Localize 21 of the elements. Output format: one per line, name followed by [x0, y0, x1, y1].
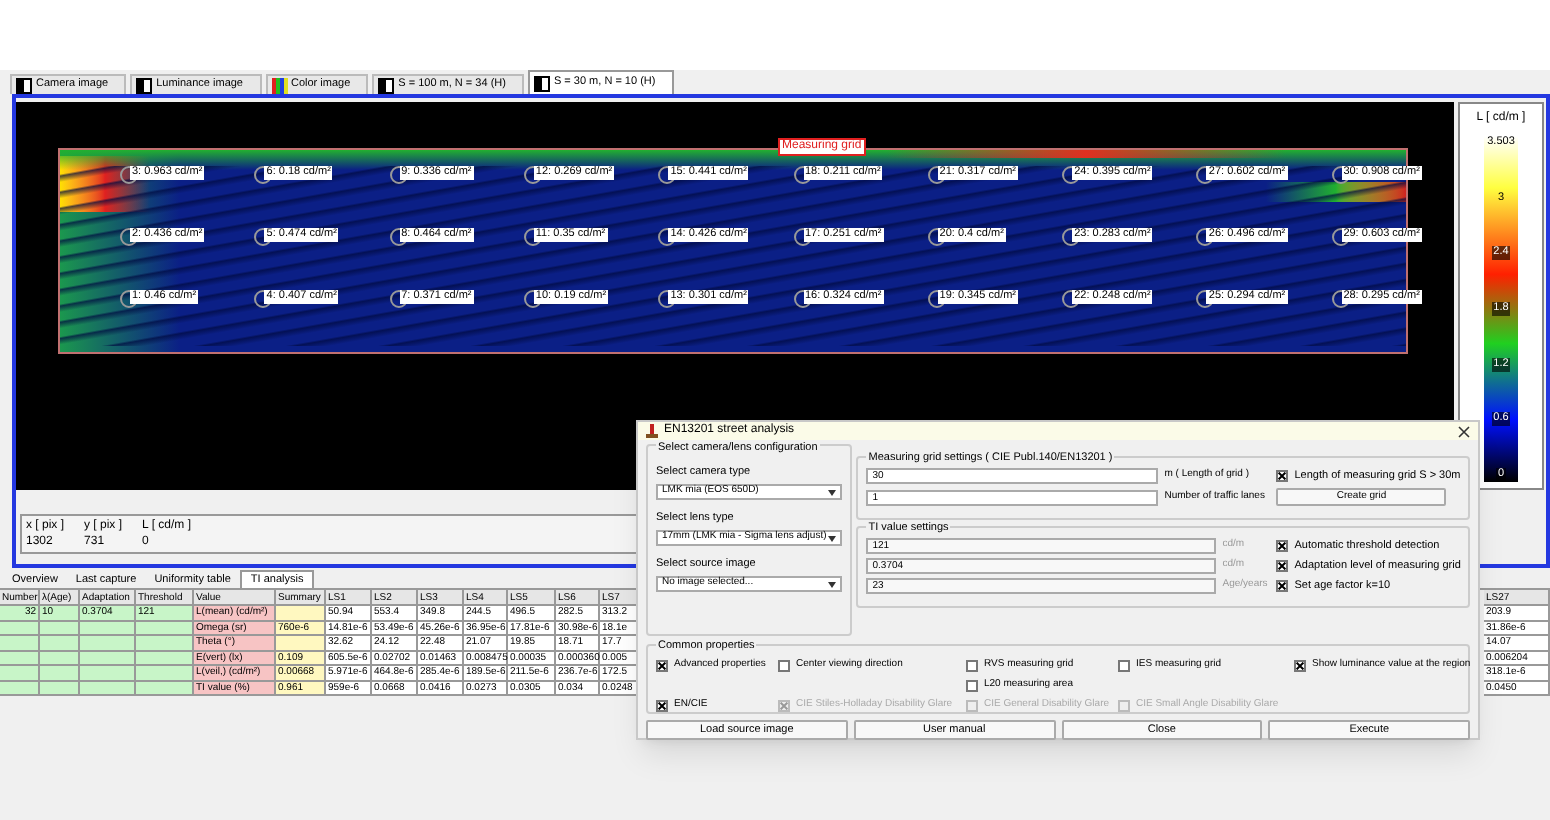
- checkbox[interactable]: [1118, 659, 1130, 671]
- checkbox[interactable]: [778, 659, 790, 671]
- checkbox[interactable]: [656, 659, 668, 671]
- image-icon: [533, 75, 550, 91]
- checkbox[interactable]: [966, 679, 978, 691]
- caret-icon: [826, 579, 837, 589]
- image-icon: [16, 77, 32, 93]
- checkbox[interactable]: [656, 699, 668, 711]
- checkbox[interactable]: [1276, 560, 1289, 572]
- table-cell: [276, 606, 326, 621]
- close-icon[interactable]: [1458, 425, 1470, 437]
- checkbox[interactable]: [966, 659, 978, 671]
- checkbox[interactable]: [1294, 659, 1306, 671]
- checkbox[interactable]: [1276, 580, 1289, 592]
- checkbox[interactable]: [1276, 470, 1289, 482]
- image-icon: [378, 77, 395, 93]
- caret-icon: [826, 533, 837, 543]
- image-icon: [136, 77, 153, 93]
- app-icon: [646, 424, 658, 438]
- checkbox[interactable]: [1276, 540, 1289, 552]
- table-cell: [276, 636, 326, 651]
